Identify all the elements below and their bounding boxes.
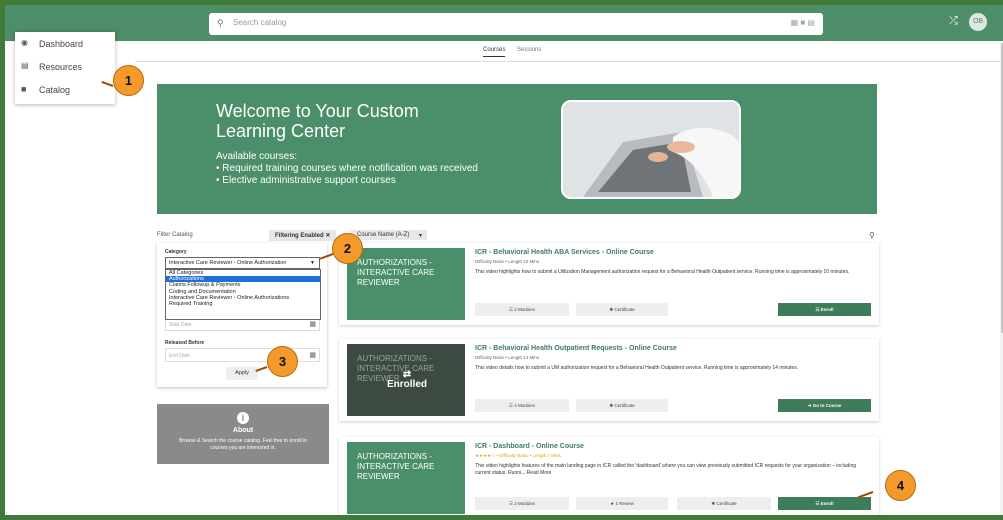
top-bar: ⚲ Search catalog ▦ ■ ▤ ⤮ OB — [5, 5, 1003, 41]
folder-icon: ■ — [21, 84, 27, 94]
dropdown-option[interactable]: Required Training — [166, 301, 320, 307]
category-dropdown-list: All Categories Authorizations Claims Fol… — [165, 269, 321, 320]
course-title[interactable]: ICR - Dashboard - Online Course — [475, 443, 584, 450]
tab-courses[interactable]: Courses — [483, 47, 506, 57]
sort-dropdown[interactable]: Course Name (A-Z) ▾ — [351, 230, 427, 240]
app-frame: ⚲ Search catalog ▦ ■ ▤ ⤮ OB ◉ Dashboard ▤… — [0, 0, 1003, 520]
search-icon: ⚲ — [217, 18, 224, 28]
welcome-banner: Welcome to Your Custom Learning Center A… — [157, 84, 877, 214]
dashboard-icon: ◉ — [21, 38, 28, 47]
nav-item-dashboard[interactable]: ◉ Dashboard — [15, 32, 115, 55]
category-select[interactable]: Interactive Care Reviewer - Online Autho… — [165, 257, 320, 269]
review-button[interactable]: ★ 1 Review — [576, 497, 668, 510]
category-label: Category — [165, 249, 187, 255]
course-title[interactable]: ICR - Behavioral Health ABA Services - O… — [475, 249, 654, 256]
banner-subtitle: Available courses: — [216, 151, 297, 162]
apply-button[interactable]: Apply — [226, 367, 258, 380]
document-icon: ▤ — [21, 61, 29, 70]
modules-button[interactable]: ☰ 2 Modules — [475, 497, 569, 510]
modules-button[interactable]: ☰ 4 Modules — [475, 399, 569, 412]
step-marker: 3 — [267, 346, 298, 377]
enroll-button[interactable]: ☷ Enroll — [778, 303, 871, 316]
course-thumbnail[interactable]: AUTHORIZATIONS - INTERACTIVE CARE REVIEW… — [347, 344, 465, 416]
chevron-down-icon: ▼ — [310, 260, 315, 266]
enrolled-badge: ⇄ Enrolled — [377, 370, 437, 390]
about-box: i About Browse & Search the course catal… — [157, 404, 329, 464]
step-marker: 1 — [113, 65, 144, 96]
search-input[interactable]: ⚲ Search catalog ▦ ■ ▤ — [209, 13, 823, 35]
modules-button[interactable]: ☰ 2 Modules — [475, 303, 569, 316]
course-meta: ★★★★☆ • Difficulty Basic • Length 7 Mins — [475, 453, 561, 458]
banner-title: Welcome to Your Custom Learning Center — [216, 101, 419, 141]
course-description: This video highlights how to submit a Ut… — [475, 269, 850, 275]
banner-bullet: • Required training courses where notifi… — [216, 163, 478, 174]
course-title[interactable]: ICR - Behavioral Health Outpatient Reque… — [475, 345, 677, 352]
enroll-button[interactable]: ☷ Enroll — [778, 497, 871, 510]
search-icon[interactable]: ⚲ — [869, 231, 875, 240]
course-meta: Difficulty Basic • Length 10 Mins — [475, 259, 540, 264]
course-card: AUTHORIZATIONS - INTERACTIVE CARE REVIEW… — [339, 243, 879, 325]
close-icon[interactable]: ✕ — [325, 233, 330, 239]
calendar-icon[interactable]: ▦ — [309, 351, 316, 359]
filtering-enabled-chip[interactable]: Filtering Enabled ✕ — [269, 230, 337, 241]
step-marker: 2 — [332, 233, 363, 264]
about-text: Browse & Search the course catalog. Feel… — [179, 438, 307, 451]
search-tools-icons[interactable]: ▦ ■ ▤ — [791, 18, 815, 27]
course-card: AUTHORIZATIONS - INTERACTIVE CARE REVIEW… — [339, 437, 879, 515]
tab-sessions[interactable]: Sessions — [517, 47, 541, 56]
search-placeholder: Search catalog — [233, 18, 287, 27]
about-title: About — [232, 427, 254, 434]
nav-item-resources[interactable]: ▤ Resources — [15, 55, 115, 78]
course-card: AUTHORIZATIONS - INTERACTIVE CARE REVIEW… — [339, 339, 879, 421]
course-thumbnail[interactable]: AUTHORIZATIONS - INTERACTIVE CARE REVIEW… — [347, 248, 465, 320]
divider — [135, 61, 1003, 62]
calendar-icon[interactable]: ▦ — [309, 320, 316, 328]
course-meta: Difficulty Basic • Length 14 Mins — [475, 355, 540, 360]
released-before-label: Released Before — [165, 340, 205, 346]
info-icon: i — [237, 412, 249, 424]
shuffle-icon[interactable]: ⤮ — [949, 15, 958, 28]
course-description: This video details how to submit a UM au… — [475, 365, 799, 371]
tab-bar: Courses Sessions — [483, 47, 551, 57]
course-thumbnail[interactable]: AUTHORIZATIONS - INTERACTIVE CARE REVIEW… — [347, 442, 465, 514]
filter-bar: Filter Catalog Filtering Enabled ✕ Cours… — [157, 230, 887, 242]
avatar[interactable]: OB — [969, 13, 987, 31]
banner-image — [561, 100, 741, 199]
certificate-button[interactable]: ✱ Certificate — [576, 399, 668, 412]
go-to-course-button[interactable]: ➜ Go to Course — [778, 399, 871, 412]
course-description: This video highlights features of the ma… — [475, 463, 857, 476]
certificate-button[interactable]: ✱ Certificate — [576, 303, 668, 316]
certificate-button[interactable]: ✱ Certificate — [677, 497, 771, 510]
chevron-down-icon: ▾ — [418, 233, 422, 239]
banner-bullet: • Elective administrative support course… — [216, 175, 396, 186]
step-marker: 4 — [885, 470, 916, 501]
filter-catalog-label: Filter Catalog — [157, 232, 193, 238]
